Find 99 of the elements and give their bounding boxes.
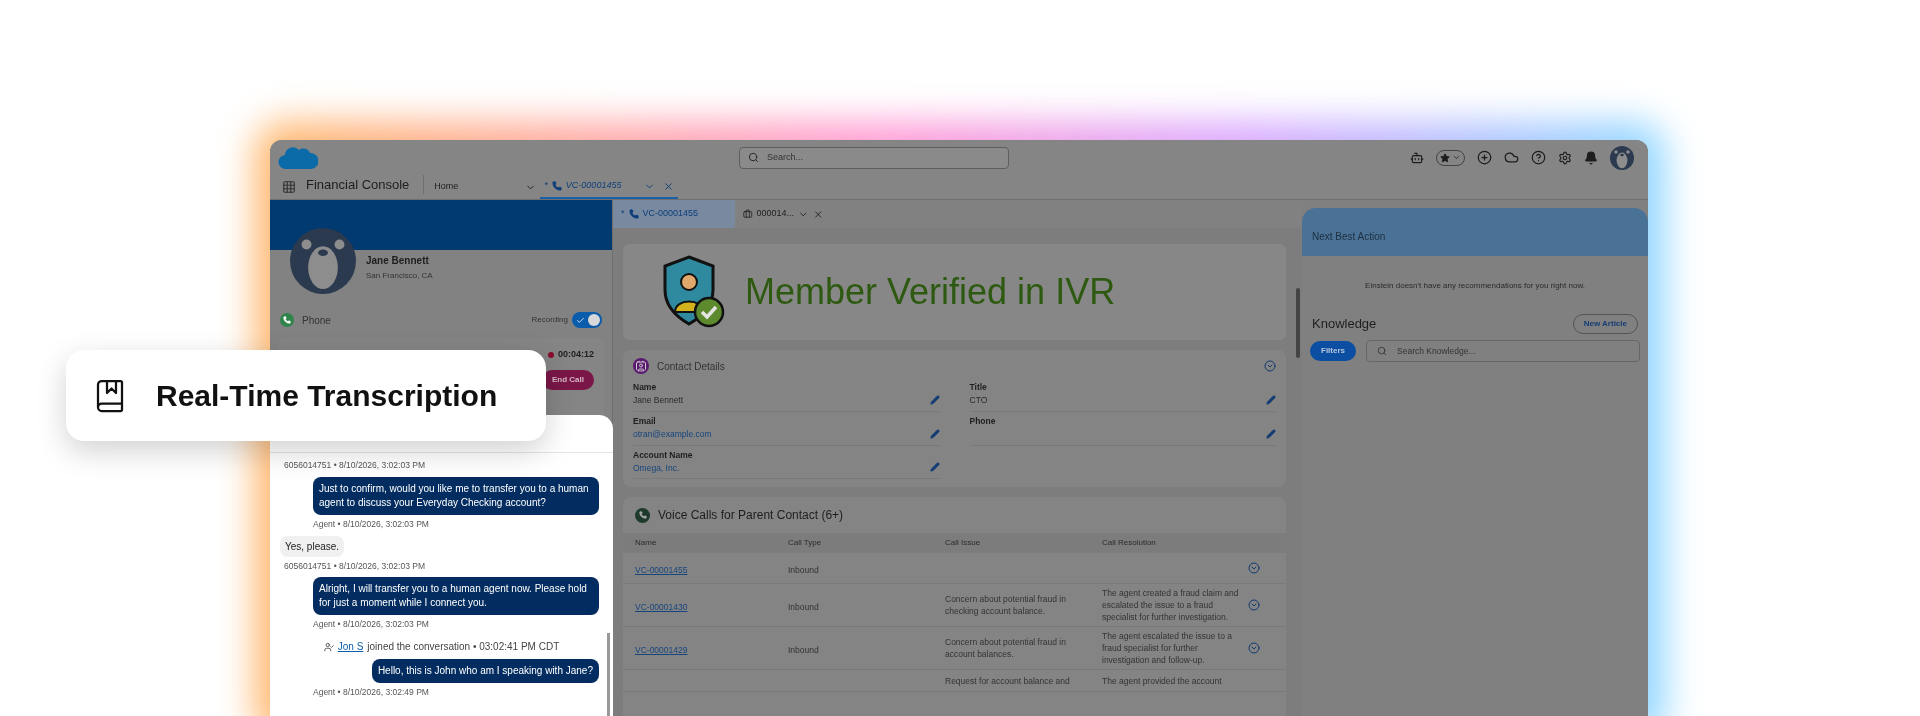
app-name: Financial Console (306, 174, 425, 194)
search-field[interactable]: Search... (739, 146, 1009, 169)
row-menu-icon[interactable] (1248, 642, 1260, 655)
agent-message: Just to confirm, would you like me to transfer you to a human agent to discuss your Everyday Checking account? (313, 476, 599, 515)
table-cell-text: Concern about potential fraud in account balances. (945, 636, 1067, 661)
edit-icon[interactable] (929, 394, 940, 405)
tab-label: VC-00001455 (565, 179, 623, 193)
message-meta: Agent • 8/10/2026, 3:02:03 PM (313, 517, 429, 531)
agent-message: Alright, I will transfer you to a human agent now. Please hold for just a moment while I connect you. (313, 577, 599, 616)
edit-icon[interactable] (1266, 394, 1276, 405)
record-tab[interactable]: 000014... (735, 200, 831, 228)
scrollbar (1296, 288, 1300, 358)
record-tab[interactable]: * VC-00001455 (613, 200, 735, 228)
field-value: Jane Bennett (633, 394, 684, 408)
panel-title: Next Best Action (1312, 230, 1386, 244)
phone-icon (628, 209, 639, 219)
card-title: Voice Calls for Parent Contact (6+) (658, 507, 844, 525)
edit-icon[interactable] (1266, 428, 1276, 439)
check-icon (576, 315, 585, 325)
tab-label: VC-00001455 (642, 207, 700, 221)
tab-label: 000014... (756, 207, 795, 221)
table-cell: Inbound (788, 645, 819, 656)
table-cell-text: The agent created a fraud claim and escalated the issue to a fraud specialist for further investigation. (1102, 587, 1240, 624)
verified-title: Member Verified in IVR (745, 270, 1116, 314)
verified-shield-icon (661, 254, 727, 330)
help-icon[interactable] (1531, 150, 1546, 165)
search-placeholder: Search... (767, 150, 804, 164)
unsaved-mark: * (621, 207, 625, 221)
card-title: Contact Details (657, 359, 725, 374)
field-label: Email (633, 414, 657, 428)
contact-location: San Francisco, CA (366, 270, 433, 282)
call-timer: 00:04:12 (557, 348, 594, 361)
field-link[interactable]: otran@example.com (633, 428, 712, 441)
row-menu-icon[interactable] (1248, 599, 1260, 612)
contact-name: Jane Bennett (366, 254, 430, 268)
customer-message: Yes, please. (280, 535, 345, 557)
search-icon (1377, 346, 1387, 356)
plus-icon[interactable] (1477, 150, 1492, 165)
close-icon[interactable] (812, 208, 823, 220)
agent-message: Hello, this is John who am I speaking with Jane? (371, 659, 599, 683)
row-menu-icon[interactable] (1248, 562, 1260, 575)
contact-avatar (290, 228, 356, 294)
app-launcher-icon[interactable] (282, 180, 296, 194)
field-label: Account Name (633, 448, 694, 462)
field-value: CTO (969, 394, 988, 408)
recording-toggle[interactable] (572, 312, 602, 328)
search-icon (748, 152, 759, 163)
column-header: Name (635, 537, 658, 550)
message-meta: 6056014751 • 8/10/2026, 3:02:03 PM (283, 559, 425, 573)
column-header: Call Issue (945, 537, 982, 550)
call-link[interactable]: VC-00001429 (635, 645, 688, 656)
message-meta: Agent • 8/10/2026, 3:02:49 PM (313, 686, 429, 699)
phone-icon (280, 313, 294, 327)
empty-message: Einstein doesn't have any recommendations for you right now. (1364, 280, 1586, 292)
phone-icon (635, 507, 650, 523)
unsaved-mark: * (544, 179, 548, 193)
table-cell-text: Request for account balance and (945, 674, 1071, 687)
field-link[interactable]: Omega, Inc. (633, 461, 680, 475)
knowledge-search-field[interactable]: Search Knowledge... (1366, 340, 1640, 362)
search-placeholder: Search Knowledge... (1397, 344, 1476, 358)
edit-icon[interactable] (929, 428, 940, 439)
table-cell: Inbound (788, 602, 819, 613)
settings-icon[interactable] (1558, 150, 1572, 165)
field-label: Title (969, 381, 988, 394)
briefcase-icon (743, 209, 753, 219)
filters-button[interactable]: Filters (1310, 341, 1356, 361)
call-link[interactable]: VC-00001430 (635, 602, 688, 613)
user-link[interactable]: Jon S (337, 639, 364, 654)
cloud-icon[interactable] (1504, 150, 1519, 165)
user-avatar (1610, 145, 1634, 170)
table-cell-text: Concern about potential fraud in checking account balance. (945, 593, 1067, 618)
table-cell: Inbound (788, 565, 819, 576)
table-cell-text: The agent escalated the issue to a fraud specialist for further investigation and follow-up. (1102, 630, 1233, 667)
phone-icon (551, 181, 562, 191)
caret-icon (1452, 153, 1461, 162)
recording-label: Recording (531, 314, 568, 326)
star-icon (1440, 152, 1450, 163)
knowledge-title: Knowledge (1312, 315, 1377, 334)
dropdown-icon[interactable] (1264, 360, 1276, 372)
nav-tab[interactable]: Home (430, 175, 541, 199)
field-label: Phone (969, 414, 997, 428)
contact-card-icon (633, 358, 649, 374)
phone-label: Phone (302, 313, 331, 328)
notifications-icon[interactable] (1584, 150, 1598, 165)
user-icon (323, 641, 334, 652)
call-link[interactable]: VC-00001455 (635, 565, 688, 576)
field-label: Name (633, 381, 658, 394)
event-text: joined the conversation • 03:02:41 PM CDT (367, 640, 560, 654)
tab-label: Home (434, 180, 460, 194)
edit-icon[interactable] (929, 462, 940, 473)
table-cell-text: The agent provided the account (1102, 674, 1223, 687)
message-meta: Agent • 8/10/2026, 3:02:03 PM (313, 618, 429, 631)
close-icon[interactable] (663, 180, 675, 192)
bot-icon[interactable] (1410, 150, 1424, 165)
column-header: Call Resolution (1102, 537, 1157, 550)
message-meta: 6056014751 • 8/10/2026, 3:02:03 PM (283, 459, 426, 472)
cloud-logo (278, 144, 318, 171)
column-header: Call Type (788, 537, 823, 550)
callout-title: Real-Time Transcription (156, 378, 498, 414)
